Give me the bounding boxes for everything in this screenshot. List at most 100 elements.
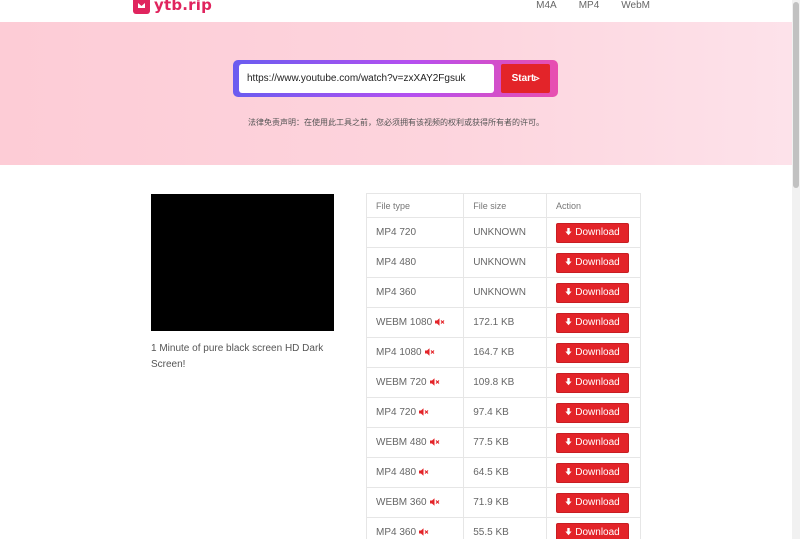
file-type-label: MP4 360 — [376, 527, 417, 538]
download-arrow-icon — [565, 377, 572, 388]
action-cell: Download — [546, 337, 641, 368]
file-type-cell: MP4 1080 — [365, 337, 465, 368]
action-cell: Download — [546, 217, 641, 248]
file-type-label: MP4 480 — [376, 467, 417, 478]
table-row: WEBM 720 109.8 KB Download — [365, 367, 641, 398]
table-row: MP4 480 64.5 KB Download — [365, 457, 641, 488]
table-row: MP4 360 UNKNOWN Download — [365, 277, 641, 308]
download-button[interactable]: Download — [556, 462, 630, 483]
scrollbar-thumb[interactable] — [793, 2, 799, 188]
table-row: WEBM 360 71.9 KB Download — [365, 487, 641, 518]
file-size-cell: 164.7 KB — [463, 337, 548, 368]
download-arrow-icon — [565, 287, 572, 298]
muted-speaker-icon — [419, 467, 429, 477]
file-type-label: WEBM 480 — [376, 437, 427, 448]
file-type-cell: WEBM 480 — [365, 427, 465, 458]
url-input[interactable] — [239, 64, 494, 93]
file-type-cell: WEBM 720 — [365, 367, 465, 398]
download-button[interactable]: Download — [556, 492, 630, 513]
logo-text: ytb.rip — [154, 0, 213, 14]
file-type-cell: MP4 360 — [365, 517, 465, 539]
file-size-cell: 97.4 KB — [463, 397, 548, 428]
download-button[interactable]: Download — [556, 432, 630, 453]
legal-disclaimer: 法律免责声明：在使用此工具之前，您必须拥有该视频的权利或获得所有者的许可。 — [248, 118, 544, 127]
file-type-cell: WEBM 1080 — [365, 307, 465, 338]
download-label: Download — [575, 317, 620, 328]
download-arrow-icon — [565, 227, 572, 238]
download-arrow-icon — [565, 497, 572, 508]
file-size-cell: 64.5 KB — [463, 457, 548, 488]
download-table: File type File size Action MP4 720 UNKNOW… — [365, 193, 641, 539]
download-label: Download — [575, 467, 620, 478]
file-type-label: MP4 480 — [376, 257, 417, 268]
action-cell: Download — [546, 247, 641, 278]
download-arrow-icon — [565, 317, 572, 328]
file-type-cell: MP4 720 — [365, 217, 465, 248]
file-type-label: MP4 720 — [376, 407, 417, 418]
file-size-cell: UNKNOWN — [463, 277, 548, 308]
table-row: MP4 1080 164.7 KB Download — [365, 337, 641, 368]
download-button[interactable]: Download — [556, 372, 630, 393]
download-label: Download — [575, 497, 620, 508]
action-cell: Download — [546, 277, 641, 308]
start-button[interactable]: Start▹ — [501, 64, 550, 93]
download-button[interactable]: Download — [556, 252, 630, 273]
action-cell: Download — [546, 517, 641, 539]
download-button[interactable]: Download — [556, 342, 630, 363]
file-type-label: MP4 720 — [376, 227, 417, 238]
table-row: MP4 720 97.4 KB Download — [365, 397, 641, 428]
muted-speaker-icon — [419, 527, 429, 537]
download-button[interactable]: Download — [556, 282, 630, 303]
download-arrow-icon — [565, 527, 572, 538]
file-size-cell: 55.5 KB — [463, 517, 548, 539]
file-type-cell: MP4 480 — [365, 247, 465, 278]
format-nav: M4A MP4 WebM — [536, 0, 650, 11]
logo-mark-icon — [133, 0, 150, 14]
file-type-label: MP4 360 — [376, 287, 417, 298]
nav-link-webm[interactable]: WebM — [621, 0, 650, 11]
download-button[interactable]: Download — [556, 222, 630, 243]
muted-speaker-icon — [419, 407, 429, 417]
file-type-label: WEBM 1080 — [376, 317, 433, 328]
hero-section: Start▹ 法律免责声明：在使用此工具之前，您必须拥有该视频的权利或获得所有者… — [0, 22, 792, 165]
download-label: Download — [575, 377, 620, 388]
file-type-cell: MP4 360 — [365, 277, 465, 308]
download-button[interactable]: Download — [556, 402, 630, 423]
header-action: Action — [546, 193, 641, 218]
file-type-label: WEBM 360 — [376, 497, 427, 508]
file-size-cell: 109.8 KB — [463, 367, 548, 398]
table-header-row: File type File size Action — [365, 193, 641, 218]
download-button[interactable]: Download — [556, 312, 630, 333]
download-label: Download — [575, 347, 620, 358]
download-label: Download — [575, 287, 620, 298]
muted-speaker-icon — [429, 497, 440, 507]
video-title: 1 Minute of pure black screen HD Dark Sc… — [151, 343, 324, 370]
top-navbar: ytb.rip M4A MP4 WebM — [0, 0, 792, 22]
file-type-cell: WEBM 360 — [365, 487, 465, 518]
download-button[interactable]: Download — [556, 522, 630, 539]
file-size-cell: UNKNOWN — [463, 247, 548, 278]
table-row: WEBM 480 77.5 KB Download — [365, 427, 641, 458]
table-row: MP4 480 UNKNOWN Download — [365, 247, 641, 278]
action-cell: Download — [546, 457, 641, 488]
file-size-cell: 77.5 KB — [463, 427, 548, 458]
table-row: MP4 720 UNKNOWN Download — [365, 217, 641, 248]
action-cell: Download — [546, 427, 641, 458]
nav-link-m4a[interactable]: M4A — [536, 0, 557, 11]
download-arrow-icon — [565, 407, 572, 418]
download-label: Download — [575, 407, 620, 418]
file-type-label: MP4 1080 — [376, 347, 422, 358]
video-thumbnail[interactable] — [151, 194, 334, 331]
search-bar: Start▹ — [233, 60, 558, 97]
page-scrollbar[interactable] — [792, 0, 800, 539]
site-logo[interactable]: ytb.rip — [133, 0, 212, 14]
muted-speaker-icon — [424, 347, 435, 357]
table-row: MP4 360 55.5 KB Download — [365, 517, 641, 539]
file-size-cell: 71.9 KB — [463, 487, 548, 518]
download-arrow-icon — [565, 467, 572, 478]
nav-link-mp4[interactable]: MP4 — [579, 0, 600, 11]
muted-speaker-icon — [429, 437, 440, 447]
download-label: Download — [575, 527, 620, 538]
download-arrow-icon — [565, 347, 572, 358]
table-row: WEBM 1080 172.1 KB Download — [365, 307, 641, 338]
